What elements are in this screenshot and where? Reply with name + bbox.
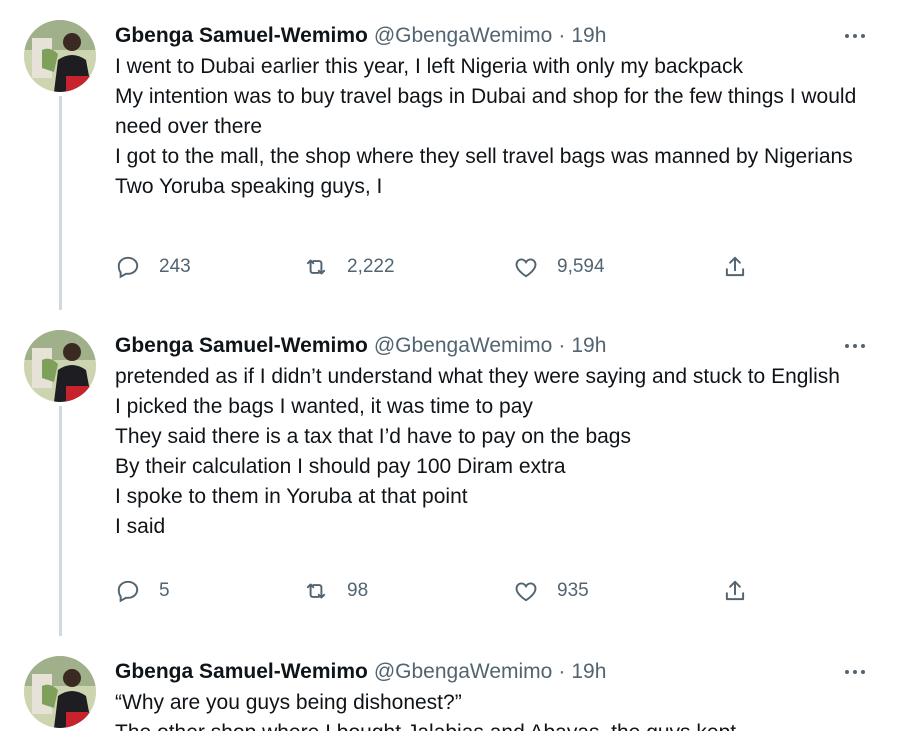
tweet-body: Gbenga Samuel-Wemimo @GbengaWemimo · 19h…	[115, 22, 877, 202]
tweet[interactable]: Gbenga Samuel-Wemimo @GbengaWemimo · 19h…	[0, 310, 901, 636]
tweet-text: “Why are you guys being dishonest?” The …	[115, 688, 877, 731]
reply-button[interactable]: 5	[115, 578, 170, 604]
more-icon[interactable]	[837, 332, 873, 360]
tweet-thread: Gbenga Samuel-Wemimo @GbengaWemimo · 19h…	[0, 0, 901, 731]
tweet-body: Gbenga Samuel-Wemimo @GbengaWemimo · 19h…	[115, 658, 877, 731]
avatar-column	[24, 656, 98, 728]
tweet-line: “Why are you guys being dishonest?”	[115, 691, 462, 714]
author-name[interactable]: Gbenga Samuel-Wemimo	[115, 22, 368, 50]
author-name[interactable]: Gbenga Samuel-Wemimo	[115, 658, 368, 686]
avatar-image	[24, 656, 96, 728]
tweet-line: The other shop where I bought Jalabias a…	[115, 718, 877, 731]
avatar-image	[24, 20, 96, 92]
tweet-line: My intention was to buy travel bags in D…	[115, 85, 857, 138]
share-button[interactable]	[722, 254, 748, 280]
like-icon	[515, 582, 537, 602]
retweet-button[interactable]: 98	[303, 578, 368, 604]
tweet-actions: 5 98 935	[115, 576, 877, 606]
timestamp[interactable]: 19h	[571, 332, 606, 360]
timestamp[interactable]: 19h	[571, 22, 606, 50]
share-button[interactable]	[722, 578, 748, 604]
reply-icon	[117, 580, 139, 603]
thread-connector	[59, 96, 62, 310]
tweet-text: pretended as if I didn’t understand what…	[115, 362, 877, 542]
more-icon[interactable]	[837, 658, 873, 686]
like-count: 935	[557, 580, 589, 601]
reply-button[interactable]: 243	[115, 254, 191, 280]
tweet-header: Gbenga Samuel-Wemimo @GbengaWemimo · 19h	[115, 332, 877, 360]
tweet-line: I spoke to them in Yoruba at that point	[115, 485, 468, 508]
avatar[interactable]	[24, 656, 96, 728]
avatar-column	[24, 20, 98, 92]
author-handle[interactable]: @GbengaWemimo	[374, 332, 553, 360]
avatar-column	[24, 330, 98, 402]
reply-count: 5	[159, 580, 170, 601]
separator: ·	[558, 660, 566, 683]
like-count: 9,594	[557, 256, 605, 277]
share-icon	[725, 256, 745, 277]
retweet-count: 98	[347, 580, 369, 601]
tweet-body: Gbenga Samuel-Wemimo @GbengaWemimo · 19h…	[115, 332, 877, 542]
separator: ·	[558, 334, 566, 357]
like-icon	[515, 258, 537, 278]
author-handle[interactable]: @GbengaWemimo	[374, 658, 553, 686]
reply-icon	[117, 256, 139, 279]
retweet-count: 2,222	[347, 256, 395, 277]
like-button[interactable]: 9,594	[513, 254, 605, 280]
tweet-header: Gbenga Samuel-Wemimo @GbengaWemimo · 19h	[115, 658, 877, 686]
tweet-line: By their calculation I should pay 100 Di…	[115, 455, 566, 478]
retweet-icon	[306, 583, 326, 599]
tweet-header: Gbenga Samuel-Wemimo @GbengaWemimo · 19h	[115, 22, 877, 50]
tweet-line: I went to Dubai earlier this year, I lef…	[115, 55, 743, 78]
avatar[interactable]	[24, 20, 96, 92]
tweet-line: pretended as if I didn’t understand what…	[115, 365, 840, 388]
avatar[interactable]	[24, 330, 96, 402]
reply-count: 243	[159, 256, 191, 277]
tweet-text: I went to Dubai earlier this year, I lef…	[115, 52, 877, 202]
more-icon[interactable]	[837, 22, 873, 50]
tweet-line: They said there is a tax that I’d have t…	[115, 425, 631, 448]
retweet-button[interactable]: 2,222	[303, 254, 395, 280]
author-name[interactable]: Gbenga Samuel-Wemimo	[115, 332, 368, 360]
share-icon	[725, 580, 745, 601]
author-handle[interactable]: @GbengaWemimo	[374, 22, 553, 50]
separator: ·	[558, 24, 566, 47]
like-button[interactable]: 935	[513, 578, 589, 604]
tweet[interactable]: Gbenga Samuel-Wemimo @GbengaWemimo · 19h…	[0, 636, 901, 731]
tweet-line: I said	[115, 515, 166, 538]
tweet-actions: 243 2,222 9,594	[115, 252, 877, 282]
avatar-image	[24, 330, 96, 402]
timestamp[interactable]: 19h	[571, 658, 606, 686]
tweet-line: I got to the mall, the shop where they s…	[115, 145, 853, 168]
tweet-line: Two Yoruba speaking guys, I	[115, 175, 383, 198]
tweet-line: I picked the bags I wanted, it was time …	[115, 395, 533, 418]
thread-connector	[59, 406, 62, 636]
tweet[interactable]: Gbenga Samuel-Wemimo @GbengaWemimo · 19h…	[0, 0, 901, 310]
retweet-icon	[306, 259, 326, 275]
